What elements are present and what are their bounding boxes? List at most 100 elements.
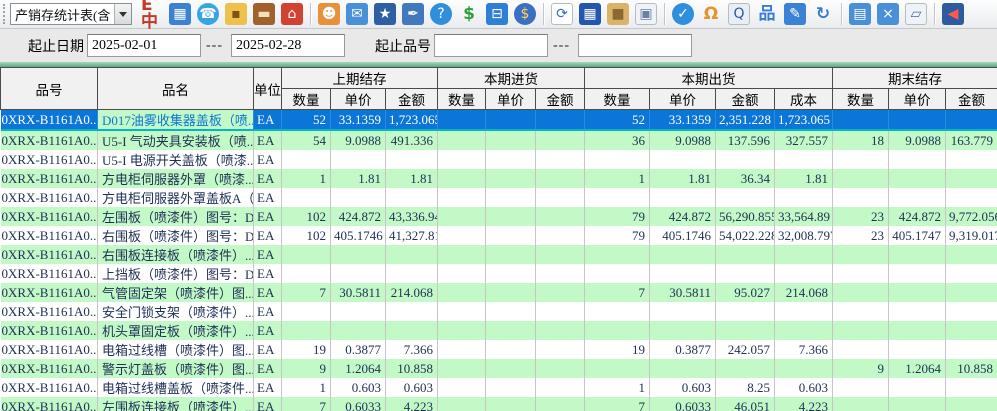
table-row[interactable]: 0XRX-B1161A0...电箱过线槽盖板（喷漆件...EA10.6030.6…	[1, 378, 997, 397]
value-cell[interactable]	[486, 359, 536, 378]
refresh-icon[interactable]: ↻	[812, 3, 834, 25]
unit-cell[interactable]: EA	[254, 188, 282, 207]
phone-icon[interactable]: ☎	[197, 3, 219, 25]
value-cell[interactable]: 214.068	[775, 283, 833, 302]
value-cell[interactable]	[585, 245, 650, 264]
unit-cell[interactable]: EA	[254, 110, 282, 131]
value-cell[interactable]	[716, 264, 775, 283]
table-row[interactable]: 0XRX-B1161A0...左围板连接板（喷漆件）...EA70.60334.…	[1, 397, 997, 411]
unit-cell[interactable]: EA	[254, 321, 282, 340]
value-cell[interactable]	[536, 359, 585, 378]
value-cell[interactable]	[650, 150, 716, 169]
value-cell[interactable]	[486, 207, 536, 226]
value-cell[interactable]: 1.81	[386, 169, 438, 188]
value-cell[interactable]	[833, 188, 889, 207]
unit-cell[interactable]: EA	[254, 302, 282, 321]
value-cell[interactable]	[775, 150, 833, 169]
value-cell[interactable]: 1,723.065	[386, 110, 438, 131]
value-cell[interactable]: 10.858	[946, 359, 997, 378]
value-cell[interactable]	[486, 188, 536, 207]
value-cell[interactable]: 1.81	[775, 169, 833, 188]
part-number-cell[interactable]: 0XRX-B1161A0...	[1, 207, 98, 226]
value-cell[interactable]	[716, 302, 775, 321]
value-cell[interactable]	[650, 302, 716, 321]
value-cell[interactable]: 1	[585, 378, 650, 397]
value-cell[interactable]: 30.5811	[331, 283, 386, 302]
value-cell[interactable]: 0.3877	[650, 340, 716, 359]
value-cell[interactable]	[536, 302, 585, 321]
table-row[interactable]: 0XRX-B1161A0...右围板（喷漆件）图号：D...EA102405.1…	[1, 226, 997, 245]
value-cell[interactable]	[486, 110, 536, 131]
briefcase-icon[interactable]: ▬	[253, 3, 275, 25]
col-header-unit[interactable]: 单位	[254, 68, 282, 110]
value-cell[interactable]: 214.068	[386, 283, 438, 302]
value-cell[interactable]: 9,772.056	[946, 207, 997, 226]
value-cell[interactable]	[386, 264, 438, 283]
unit-cell[interactable]: EA	[254, 245, 282, 264]
value-cell[interactable]	[775, 321, 833, 340]
part-number-cell[interactable]: 0XRX-B1161A0...	[1, 378, 98, 397]
value-cell[interactable]	[889, 302, 946, 321]
dollar-icon[interactable]: $	[458, 3, 480, 25]
report-selector[interactable]: 产销存统计表(含	[10, 3, 132, 25]
value-cell[interactable]	[486, 245, 536, 264]
value-cell[interactable]	[282, 188, 331, 207]
part-number-cell[interactable]: 0XRX-B1161A0...	[1, 359, 98, 378]
value-cell[interactable]	[536, 188, 585, 207]
value-cell[interactable]: 33,564.89	[775, 207, 833, 226]
value-cell[interactable]	[946, 397, 997, 411]
value-cell[interactable]: 242.057	[716, 340, 775, 359]
calculator-icon[interactable]: ▦	[579, 3, 601, 25]
product-name-cell[interactable]: 右围板连接板（喷漆件）...	[98, 245, 254, 264]
value-cell[interactable]	[536, 397, 585, 411]
sub-header-amount[interactable]: 金额	[536, 89, 585, 110]
value-cell[interactable]	[946, 245, 997, 264]
table-row[interactable]: 0XRX-B1161A0...警示灯盖板（喷漆件）图...EA91.206410…	[1, 359, 997, 378]
value-cell[interactable]: 7	[585, 283, 650, 302]
value-cell[interactable]	[486, 321, 536, 340]
unit-cell[interactable]: EA	[254, 397, 282, 411]
value-cell[interactable]	[438, 226, 486, 245]
value-cell[interactable]	[775, 359, 833, 378]
col-header-part-no[interactable]: 品号	[1, 68, 98, 110]
sub-header-price[interactable]: 单价	[486, 89, 536, 110]
value-cell[interactable]	[486, 150, 536, 169]
product-name-cell[interactable]: 机头罩固定板（喷漆件）...	[98, 321, 254, 340]
value-cell[interactable]	[438, 378, 486, 397]
part-number-cell[interactable]: 0XRX-B1161A0...	[1, 245, 98, 264]
table-row[interactable]: 0XRX-B1161A0...D017油雾收集器盖板（喷...EA5233.13…	[1, 110, 997, 131]
value-cell[interactable]	[833, 169, 889, 188]
value-cell[interactable]	[889, 150, 946, 169]
value-cell[interactable]	[946, 110, 997, 131]
value-cell[interactable]: 1	[585, 169, 650, 188]
value-cell[interactable]	[438, 397, 486, 411]
sub-header-qty[interactable]: 数量	[833, 89, 889, 110]
value-cell[interactable]	[331, 245, 386, 264]
mail-icon[interactable]: ✉	[346, 3, 368, 25]
org-chart-icon[interactable]: 品	[756, 3, 778, 25]
part-number-cell[interactable]: 0XRX-B1161A0...	[1, 321, 98, 340]
value-cell[interactable]: 4.223	[386, 397, 438, 411]
value-cell[interactable]	[486, 226, 536, 245]
part-number-cell[interactable]: 0XRX-B1161A0...	[1, 110, 98, 131]
value-cell[interactable]	[438, 245, 486, 264]
value-cell[interactable]	[946, 169, 997, 188]
product-name-cell[interactable]: 安全门锁支架（喷漆件）...	[98, 302, 254, 321]
value-cell[interactable]	[889, 397, 946, 411]
value-cell[interactable]	[536, 226, 585, 245]
product-name-cell[interactable]: 上挡板（喷漆件）图号：D...	[98, 264, 254, 283]
value-cell[interactable]	[486, 130, 536, 150]
value-cell[interactable]: 0.603	[386, 378, 438, 397]
value-cell[interactable]: 79	[585, 207, 650, 226]
value-cell[interactable]	[585, 264, 650, 283]
value-cell[interactable]: 1.81	[331, 169, 386, 188]
value-cell[interactable]	[536, 130, 585, 150]
value-cell[interactable]: 163.779	[946, 130, 997, 150]
value-cell[interactable]	[438, 110, 486, 131]
value-cell[interactable]: 1	[282, 169, 331, 188]
value-cell[interactable]	[833, 264, 889, 283]
cascade-windows-icon[interactable]: ▱	[905, 3, 927, 25]
value-cell[interactable]	[536, 169, 585, 188]
sub-header-price[interactable]: 单价	[889, 89, 946, 110]
value-cell[interactable]	[833, 150, 889, 169]
